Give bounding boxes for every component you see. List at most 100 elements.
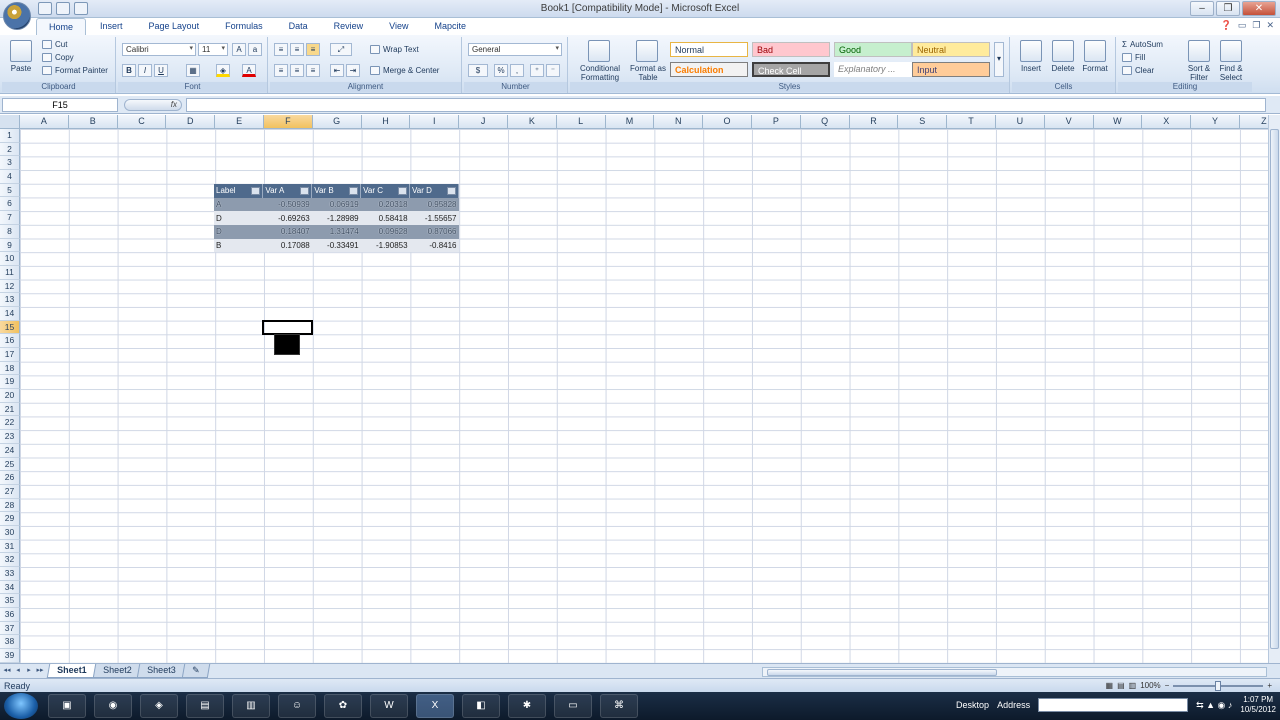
- page-layout-view-icon[interactable]: ▤: [1117, 681, 1125, 690]
- table-header[interactable]: Label: [214, 184, 264, 198]
- shrink-font-icon[interactable]: a: [248, 43, 262, 56]
- sheet-tab-sheet3[interactable]: Sheet3: [136, 664, 186, 678]
- vertical-scrollbar[interactable]: [1268, 115, 1280, 663]
- taskbar-app-icon[interactable]: ◧: [462, 694, 500, 718]
- sort-filter-icon[interactable]: [1188, 40, 1210, 62]
- row-header[interactable]: 37: [0, 621, 20, 636]
- tab-mapcite[interactable]: Mapcite: [422, 18, 478, 35]
- paste-icon[interactable]: [10, 40, 32, 62]
- filter-dropdown-icon[interactable]: [300, 187, 310, 195]
- row-header[interactable]: 22: [0, 416, 20, 431]
- row-header[interactable]: 20: [0, 389, 20, 403]
- column-header[interactable]: F: [263, 115, 313, 129]
- row-header[interactable]: 8: [0, 224, 20, 239]
- table-cell[interactable]: -0.8416: [409, 238, 459, 253]
- ribbon-restore-icon[interactable]: ❐: [1252, 20, 1260, 31]
- table-cell[interactable]: 0.09628: [360, 225, 410, 239]
- wrap-text-button[interactable]: Wrap Text: [370, 45, 419, 54]
- formula-input[interactable]: [186, 98, 1266, 112]
- tab-data[interactable]: Data: [277, 18, 320, 35]
- row-header[interactable]: 16: [0, 334, 20, 348]
- row-header[interactable]: 7: [0, 211, 20, 225]
- row-header[interactable]: 9: [0, 238, 20, 253]
- cells-area[interactable]: [20, 129, 1268, 663]
- column-header[interactable]: L: [556, 115, 606, 129]
- row-header[interactable]: 26: [0, 471, 20, 485]
- row-header[interactable]: 19: [0, 375, 20, 390]
- bold-button[interactable]: B: [122, 64, 136, 77]
- restore-button[interactable]: ❐: [1216, 1, 1240, 16]
- zoom-slider-knob[interactable]: [1215, 680, 1222, 691]
- row-header[interactable]: 25: [0, 457, 20, 472]
- style-bad[interactable]: Bad: [752, 42, 830, 57]
- row-header[interactable]: 14: [0, 306, 20, 321]
- row-header[interactable]: 3: [0, 156, 20, 171]
- column-header[interactable]: V: [1044, 115, 1094, 129]
- row-header[interactable]: 24: [0, 443, 20, 458]
- row-header[interactable]: 10: [0, 252, 20, 266]
- row-header[interactable]: 12: [0, 279, 20, 294]
- zoom-out-icon[interactable]: −: [1165, 681, 1170, 690]
- style-explanatory[interactable]: Explanatory ...: [834, 62, 912, 77]
- table-cell[interactable]: -0.50939: [262, 197, 312, 212]
- align-left-icon[interactable]: ≡: [274, 64, 288, 77]
- binoculars-icon[interactable]: [1220, 40, 1242, 62]
- sort-filter-button[interactable]: Sort & Filter: [1182, 64, 1216, 82]
- tab-review[interactable]: Review: [322, 18, 376, 35]
- tab-insert[interactable]: Insert: [88, 18, 135, 35]
- row-header[interactable]: 6: [0, 197, 20, 212]
- paste-button[interactable]: Paste: [4, 64, 38, 73]
- tab-formulas[interactable]: Formulas: [213, 18, 275, 35]
- prev-sheet-icon[interactable]: ◂: [13, 666, 23, 676]
- row-header[interactable]: 28: [0, 498, 20, 513]
- zoom-in-icon[interactable]: +: [1267, 681, 1272, 690]
- font-color-icon[interactable]: A: [242, 64, 256, 77]
- format-as-table-button[interactable]: Format as Table: [628, 64, 668, 82]
- decrease-decimal-icon[interactable]: ⁻: [546, 64, 560, 77]
- page-break-view-icon[interactable]: ▥: [1129, 681, 1137, 690]
- first-sheet-icon[interactable]: ◂◂: [2, 666, 12, 676]
- percent-icon[interactable]: %: [494, 64, 508, 77]
- table-cell[interactable]: 0.95828: [409, 197, 459, 212]
- last-sheet-icon[interactable]: ▸▸: [35, 666, 45, 676]
- filter-dropdown-icon[interactable]: [398, 187, 408, 195]
- row-header[interactable]: 4: [0, 170, 20, 184]
- style-check-cell[interactable]: Check Cell: [752, 62, 830, 77]
- sheet-tab-sheet2[interactable]: Sheet2: [92, 664, 142, 678]
- fill-button[interactable]: Fill: [1122, 53, 1145, 62]
- zoom-slider[interactable]: [1173, 680, 1264, 691]
- taskbar-app-icon[interactable]: ☺: [278, 694, 316, 718]
- select-all-button[interactable]: [0, 115, 20, 129]
- insert-sheet-icon[interactable]: ✎: [181, 664, 210, 678]
- merge-center-button[interactable]: Merge & Center: [370, 66, 439, 75]
- row-header[interactable]: 38: [0, 635, 20, 650]
- column-header[interactable]: B: [68, 115, 118, 129]
- table-cell[interactable]: 0.18407: [262, 225, 312, 239]
- row-header[interactable]: 31: [0, 539, 20, 554]
- table-header[interactable]: Var C: [360, 184, 411, 198]
- acrobat-icon[interactable]: ⌘: [600, 694, 638, 718]
- tab-view[interactable]: View: [377, 18, 420, 35]
- column-header[interactable]: Z: [1239, 115, 1268, 129]
- office-button[interactable]: [3, 2, 31, 30]
- address-input[interactable]: [1038, 698, 1189, 712]
- row-header[interactable]: 27: [0, 484, 20, 499]
- underline-button[interactable]: U: [154, 64, 168, 77]
- filter-dropdown-icon[interactable]: [349, 187, 359, 195]
- row-header[interactable]: 18: [0, 361, 20, 376]
- folder-icon[interactable]: ▭: [554, 694, 592, 718]
- copy-button[interactable]: Copy: [42, 53, 74, 62]
- table-cell[interactable]: -1.55657: [409, 211, 459, 226]
- taskbar-app-icon[interactable]: ◈: [140, 694, 178, 718]
- find-select-button[interactable]: Find & Select: [1214, 64, 1248, 82]
- comma-icon[interactable]: ,: [510, 64, 524, 77]
- style-input[interactable]: Input: [912, 62, 990, 77]
- conditional-formatting-icon[interactable]: [588, 40, 610, 62]
- row-header[interactable]: 13: [0, 293, 20, 307]
- table-cell[interactable]: 0.17088: [262, 238, 312, 253]
- table-header[interactable]: Var A: [262, 184, 313, 198]
- column-header[interactable]: C: [117, 115, 167, 129]
- row-header[interactable]: 32: [0, 553, 20, 567]
- tray-icons[interactable]: ⇆ ▲ ◉ ♪: [1196, 700, 1232, 711]
- row-header[interactable]: 30: [0, 525, 20, 540]
